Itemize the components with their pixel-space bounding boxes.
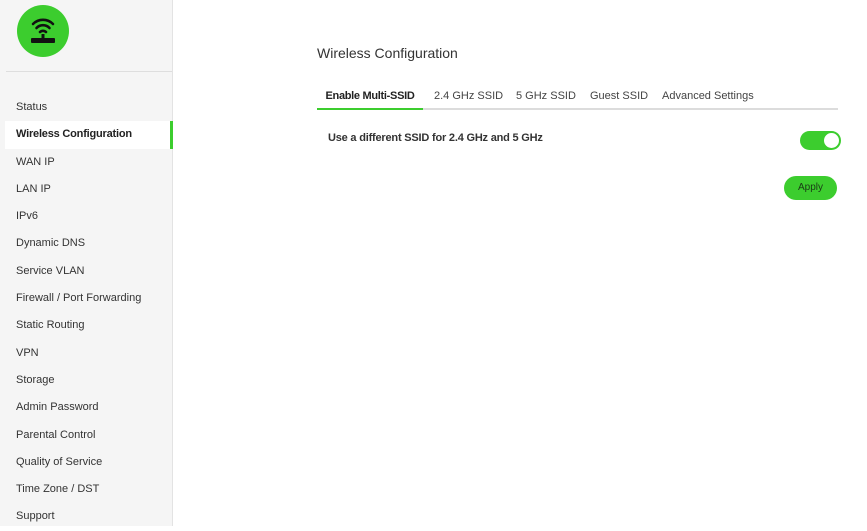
sidebar-item-static-routing[interactable]: Static Routing [5, 312, 173, 339]
tab-label: 2.4 GHz SSID [434, 90, 504, 102]
logo [17, 5, 69, 57]
tab-label: 5 GHz SSID [516, 90, 576, 102]
tab-enable-multi-ssid[interactable]: Enable Multi-SSID [317, 83, 423, 110]
sidebar-item-ipv6[interactable]: IPv6 [5, 203, 173, 230]
multi-ssid-setting-label: Use a different SSID for 2.4 GHz and 5 G… [328, 132, 543, 144]
multi-ssid-toggle[interactable] [800, 131, 841, 150]
sidebar-item-dynamic-dns[interactable]: Dynamic DNS [5, 230, 173, 257]
sidebar-item-wan-ip[interactable]: WAN IP [5, 149, 173, 176]
sidebar-item-service-vlan[interactable]: Service VLAN [5, 258, 173, 285]
tab-label: Enable Multi-SSID [325, 90, 415, 102]
tab-2-4-ghz-ssid[interactable]: 2.4 GHz SSID [434, 83, 503, 110]
sidebar-item-admin-password[interactable]: Admin Password [5, 394, 173, 421]
toggle-knob [824, 133, 839, 148]
sidebar-item-vpn[interactable]: VPN [5, 340, 173, 367]
main-content: Wireless Configuration Enable Multi-SSID… [173, 0, 867, 526]
sidebar-item-storage[interactable]: Storage [5, 367, 173, 394]
tab-5-ghz-ssid[interactable]: 5 GHz SSID [516, 83, 576, 110]
tab-advanced-settings[interactable]: Advanced Settings [662, 83, 754, 110]
sidebar-item-wireless-configuration[interactable]: Wireless Configuration [5, 121, 173, 149]
sidebar-nav: Status Wireless Configuration WAN IP LAN… [5, 94, 173, 531]
wifi-router-icon [17, 5, 69, 57]
sidebar-item-status[interactable]: Status [5, 94, 173, 121]
sidebar-item-parental-control[interactable]: Parental Control [5, 422, 173, 449]
tab-bar: Enable Multi-SSID 2.4 GHz SSID 5 GHz SSI… [317, 83, 838, 110]
tab-guest-ssid[interactable]: Guest SSID [590, 83, 648, 110]
sidebar: Status Wireless Configuration WAN IP LAN… [0, 0, 173, 526]
sidebar-item-firewall-port-forwarding[interactable]: Firewall / Port Forwarding [5, 285, 173, 312]
sidebar-item-lan-ip[interactable]: LAN IP [5, 176, 173, 203]
tab-label: Advanced Settings [662, 90, 754, 102]
sidebar-item-support[interactable]: Support [5, 503, 173, 530]
sidebar-item-quality-of-service[interactable]: Quality of Service [5, 449, 173, 476]
apply-button[interactable]: Apply [784, 176, 837, 200]
sidebar-divider [6, 71, 172, 72]
sidebar-item-time-zone-dst[interactable]: Time Zone / DST [5, 476, 173, 503]
page-title: Wireless Configuration [317, 45, 458, 61]
tab-label: Guest SSID [590, 90, 649, 102]
